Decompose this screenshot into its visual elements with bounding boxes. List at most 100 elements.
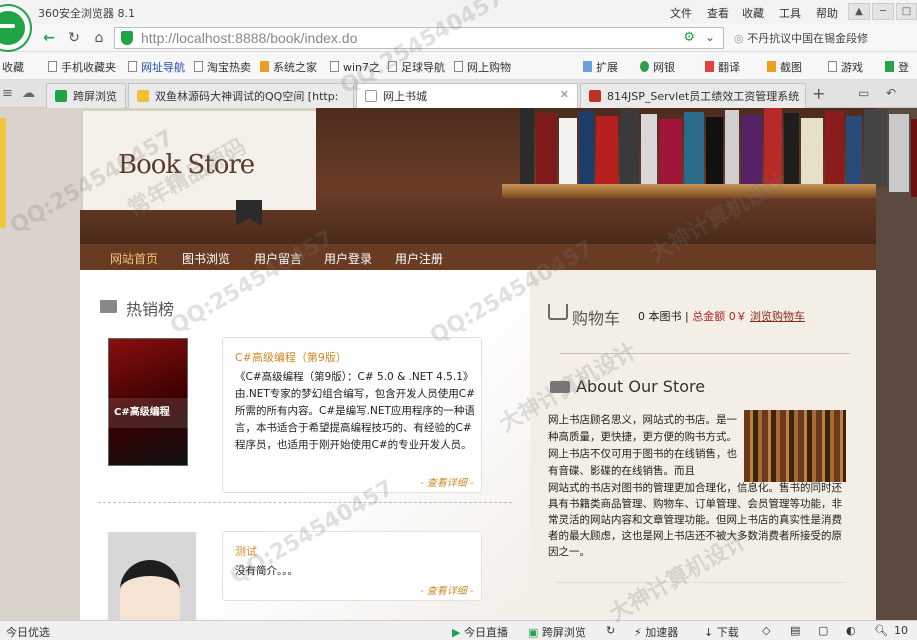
cross-screen-icon: ▣ <box>528 626 542 639</box>
tab-cross-screen[interactable]: 跨屏浏览 <box>46 83 126 108</box>
bookmark-item[interactable]: 网上购物 <box>454 59 511 75</box>
download-icon: ↓ <box>704 626 717 639</box>
toolbar-games[interactable]: 游戏 <box>828 59 863 75</box>
tab-qq-space[interactable]: 双鱼林源码大神调试的QQ空间 [http: <box>128 83 354 108</box>
view-cart-link[interactable]: 浏览购物车 <box>750 308 805 324</box>
address-bar[interactable]: http://localhost:8888/book/index.do ⚙ ⌄ <box>114 27 724 49</box>
menu-icon[interactable]: ≡ <box>2 86 13 101</box>
home-icon[interactable]: ⌂ <box>88 27 110 49</box>
sidebar-icons[interactable] <box>0 118 6 228</box>
window-icon[interactable]: ▢ <box>818 624 828 637</box>
status-live[interactable]: ▶ 今日直播 <box>452 624 508 640</box>
url-text[interactable]: http://localhost:8888/book/index.do <box>141 30 357 46</box>
toolbar-login[interactable]: 登 <box>885 59 909 75</box>
book-spine <box>741 115 762 193</box>
about-text: 网站式的书店对图书的管理更加合理化，信息化。售书的同时还具有书籍类商品管理、购物… <box>548 482 842 558</box>
book-spine <box>641 114 657 192</box>
book-spine <box>911 119 917 197</box>
tab-book-store[interactable]: 网上书城 ✕ <box>356 83 578 108</box>
status-accelerator[interactable]: ⚡ 加速器 <box>634 624 678 640</box>
about-title: About Our Store <box>576 377 706 396</box>
hot-title: 热销榜 <box>126 300 175 319</box>
menu-file[interactable]: 文件 <box>670 5 692 21</box>
refresh-icon[interactable]: ↻ <box>63 27 85 49</box>
cart-title: 购物车 <box>572 309 621 328</box>
back-icon[interactable]: ← <box>38 27 60 49</box>
maximize-icon[interactable]: □ <box>896 3 917 20</box>
cross-screen-icon <box>55 90 67 102</box>
minimize-icon[interactable]: ─ <box>872 3 894 20</box>
bookmark-item[interactable]: win7之 <box>330 59 380 75</box>
page-icon <box>48 61 57 72</box>
book-spine <box>596 116 618 194</box>
bookmark-item[interactable]: 手机收藏夹 <box>48 59 116 75</box>
status-daily-picks[interactable]: 今日优选 <box>6 624 50 640</box>
menu-view[interactable]: 查看 <box>707 5 729 21</box>
book-more-link[interactable]: - 查看详细 - <box>420 582 474 597</box>
shelf-image <box>502 184 876 198</box>
cart-count: 0 本图书 <box>638 310 682 323</box>
cart-icon <box>548 304 568 320</box>
skin-icon[interactable]: ▲ <box>848 3 870 20</box>
site-brand[interactable]: Book Store <box>118 150 255 180</box>
bookmark-item[interactable]: 系统之家 <box>260 59 317 75</box>
page-icon <box>365 90 377 102</box>
zoom-level[interactable]: 10 <box>894 624 908 637</box>
cart-summary: 0 本图书 | 总金额 0￥ <box>638 310 747 323</box>
screenshot-icon[interactable]: ▤ <box>790 624 800 637</box>
status-cross-screen[interactable]: ▣ 跨屏浏览 <box>528 624 586 640</box>
ie-icon[interactable]: ◇ <box>762 624 770 637</box>
toolbar-translate[interactable]: 翻译 <box>705 59 740 75</box>
search-icon: ◎ <box>734 32 748 45</box>
nav-home[interactable]: 网站首页 <box>110 250 158 267</box>
nav-login[interactable]: 用户登录 <box>324 250 372 267</box>
book-title[interactable]: 测试 <box>235 543 257 559</box>
menu-favorites[interactable]: 收藏 <box>742 5 764 21</box>
bookmark-item[interactable]: 网址导航 <box>128 59 185 75</box>
chevron-down-icon[interactable]: ⌄ <box>705 30 715 44</box>
divider <box>98 502 512 503</box>
grid-icon <box>583 61 592 72</box>
store-image <box>744 410 846 482</box>
toolbar-screenshot[interactable]: 截图 <box>767 59 802 75</box>
book-desc: 《C#高级编程（第9版）：C# 5.0 & .NET 4.5.1》由.NET专家… <box>235 371 475 451</box>
scissors-icon <box>767 61 776 72</box>
book-more-link[interactable]: - 查看详细 - <box>420 474 474 489</box>
bookmark-item[interactable]: 足球导航 <box>388 59 445 75</box>
nav-register[interactable]: 用户注册 <box>395 250 443 267</box>
gamepad-icon <box>828 61 837 72</box>
restore-tab-icon[interactable]: ↶ <box>886 86 896 100</box>
mute-icon[interactable]: ◐ <box>846 624 856 637</box>
book-title[interactable]: C#高级编程（第9版） <box>235 349 347 365</box>
book-spine <box>846 116 862 194</box>
menu-tools[interactable]: 工具 <box>779 5 801 21</box>
page-left-margin <box>0 108 80 620</box>
status-download[interactable]: ↓ 下载 <box>704 624 739 640</box>
ornament-divider <box>560 340 850 354</box>
close-icon[interactable]: ✕ <box>560 88 569 101</box>
page-icon <box>454 61 463 72</box>
page-icon <box>128 61 137 72</box>
sync-icon[interactable]: ↻ <box>606 624 615 637</box>
new-tab-icon[interactable]: + <box>812 84 825 103</box>
cloud-icon[interactable]: ☁ <box>22 86 35 101</box>
speed-icon[interactable]: ⚙ <box>683 30 695 45</box>
tab-system[interactable]: 814JSP_Servlet员工绩效工资管理系统 <box>580 83 806 108</box>
bookshelf-image <box>520 108 917 197</box>
zoom-icon[interactable]: 🔍︎ <box>874 624 888 637</box>
book-spine <box>620 109 639 187</box>
bookmark-item[interactable]: 淘宝热卖 <box>194 59 251 75</box>
browser-title: 360安全浏览器 8.1 <box>38 7 135 20</box>
menu-help[interactable]: 帮助 <box>816 5 838 21</box>
page-icon <box>330 61 339 72</box>
shield-icon <box>121 31 133 45</box>
search-news[interactable]: ◎ 不丹抗议中国在锡金段修 <box>734 30 868 46</box>
nav-messages[interactable]: 用户留言 <box>254 250 302 267</box>
nav-books[interactable]: 图书浏览 <box>182 250 230 267</box>
tab-list-icon[interactable]: ▭ <box>858 86 869 100</box>
bookmark-favorites[interactable]: 收藏 <box>2 59 24 75</box>
toolbar-bank[interactable]: 网银 <box>640 59 675 75</box>
book-spine <box>579 111 594 189</box>
toolbar-extensions[interactable]: 扩展 <box>583 59 618 75</box>
bank-icon <box>640 61 649 72</box>
